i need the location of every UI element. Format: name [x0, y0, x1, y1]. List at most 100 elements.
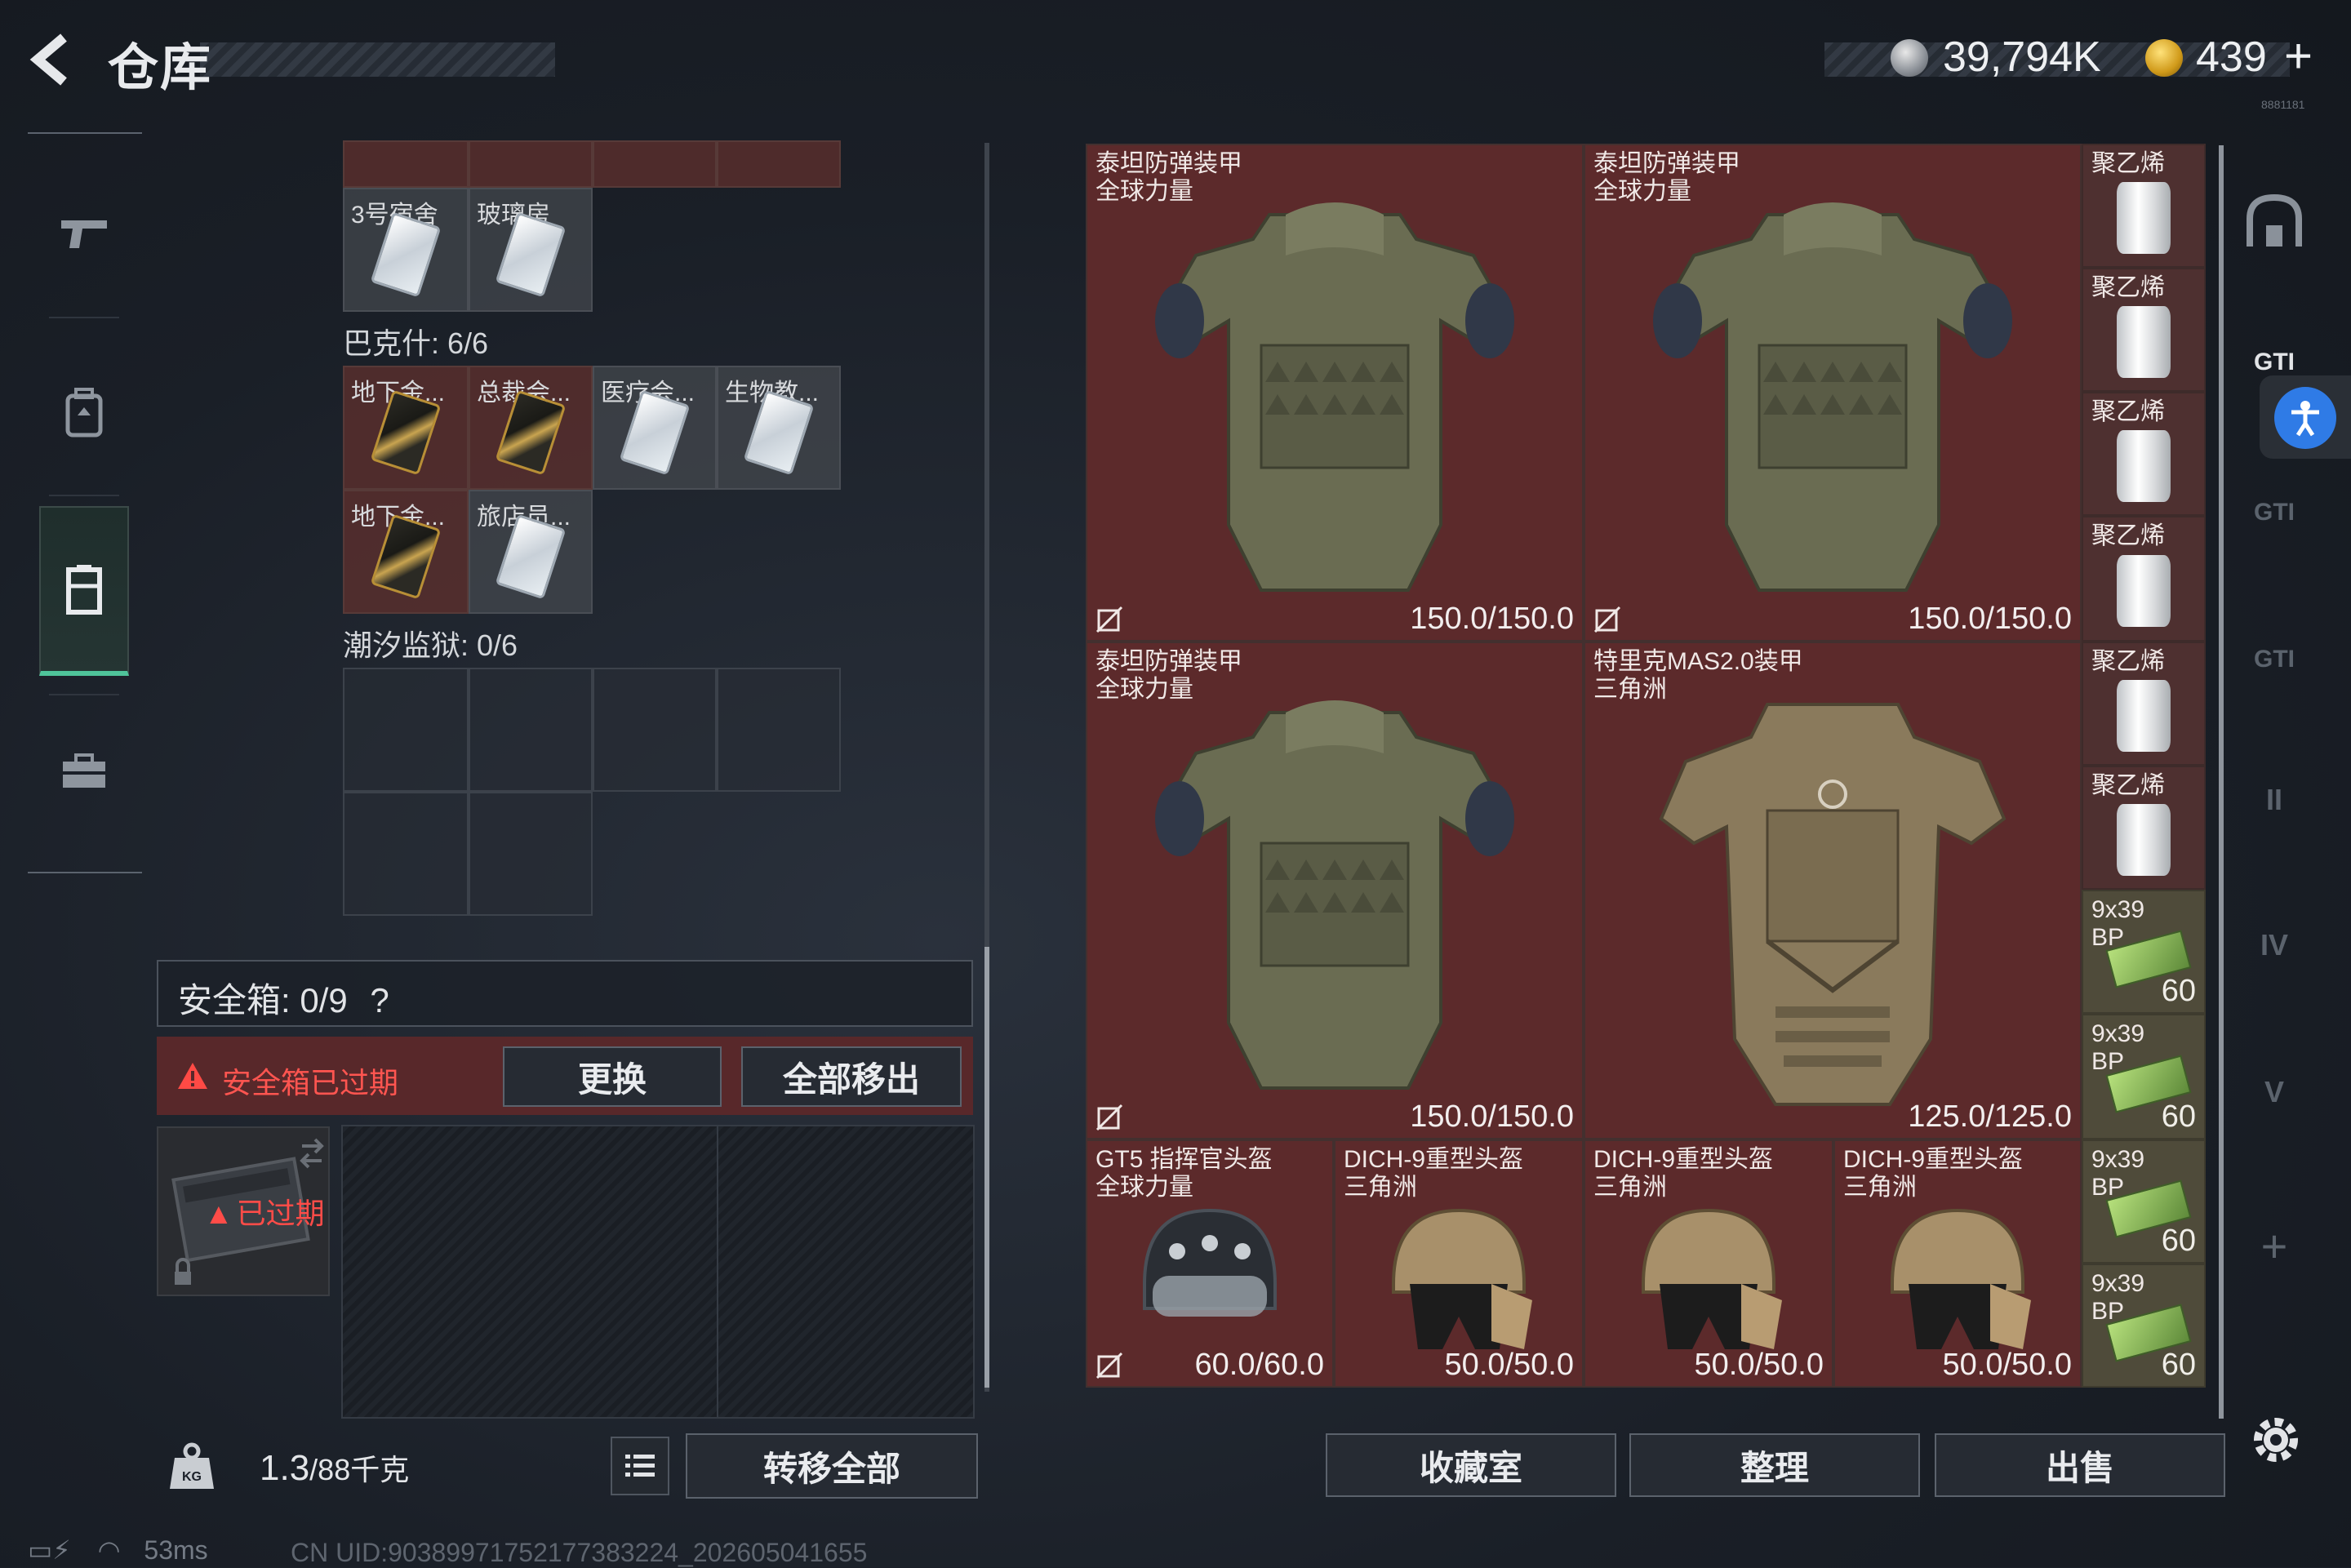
polyethylene-item[interactable]: 聚乙烯	[2082, 516, 2206, 642]
ammo-caliber: 9x39	[2091, 1270, 2145, 1297]
item-title: DICH-9重型头盔	[1843, 1146, 2024, 1173]
list-view-button[interactable]	[611, 1437, 669, 1495]
armor-item[interactable]: 泰坦防弹装甲 全球力量 150.0/150.0	[1086, 642, 1584, 1139]
item-title: 泰坦防弹装甲	[1096, 150, 1242, 177]
collection-room-button[interactable]: 收藏室	[1326, 1433, 1616, 1497]
rail-backpack[interactable]	[39, 343, 129, 482]
stash-page-label: V	[2264, 1075, 2284, 1108]
item-name: 聚乙烯	[2091, 772, 2165, 799]
settings-gear-icon[interactable]	[2247, 1410, 2305, 1469]
plus-icon: +	[2260, 1219, 2288, 1272]
stash-page-gti-3[interactable]: GTI	[2235, 620, 2313, 699]
grid-divider	[717, 1126, 718, 1417]
expired-label: ▲ 已过期	[204, 1190, 325, 1233]
key-slot-dorm3[interactable]: 3号宿舍	[343, 188, 469, 312]
ammo-caliber: 9x39	[2091, 1020, 2145, 1047]
accessibility-person-icon	[2291, 401, 2319, 437]
ammo-item[interactable]: 9x39 BP 60	[2082, 1264, 2206, 1388]
stash-page-gti-2[interactable]: GTI	[2235, 473, 2313, 552]
empty-key-slot[interactable]	[717, 668, 841, 792]
ammo-item[interactable]: 9x39 BP 60	[2082, 890, 2206, 1014]
key-slot[interactable]	[593, 140, 717, 188]
item-name: 聚乙烯	[2091, 274, 2165, 301]
key-slot[interactable]: 地下金...	[343, 366, 469, 490]
heavy-helmet-icon	[1392, 1208, 1532, 1349]
help-icon[interactable]: ?	[370, 981, 389, 1019]
sort-button[interactable]: 整理	[1629, 1433, 1920, 1497]
armor-item[interactable]: 泰坦防弹装甲 全球力量 150.0/150.0	[1584, 144, 2082, 642]
add-currency-button[interactable]: +	[2284, 28, 2313, 84]
camo-armor-icon	[1659, 703, 2007, 1107]
ammo-caliber: 9x39	[2091, 1146, 2145, 1173]
empty-key-slot[interactable]	[343, 668, 469, 792]
wifi-icon: ◠	[97, 1535, 121, 1565]
empty-key-slot[interactable]	[343, 792, 469, 916]
ping-value: 53ms	[144, 1535, 208, 1565]
polyethylene-roll-icon	[2117, 803, 2171, 876]
weight-icon: KG	[170, 1442, 214, 1489]
stash-page-label: IV	[2260, 928, 2288, 962]
left-scroll-thumb[interactable]	[984, 947, 989, 1388]
key-slot[interactable]: 地下金...	[343, 490, 469, 614]
item-title: 特里克MAS2.0装甲	[1593, 648, 1803, 675]
rail-toolbox[interactable]	[39, 702, 129, 841]
back-arrow-icon[interactable]	[24, 31, 82, 88]
key-slot[interactable]: 医疗会...	[593, 366, 717, 490]
page-title: 仓库	[108, 40, 213, 96]
polyethylene-item[interactable]: 聚乙烯	[2082, 642, 2206, 766]
ammo-quantity: 60	[2161, 974, 2196, 1008]
key-slot[interactable]: 旅店员...	[469, 490, 593, 614]
armor-item[interactable]: 泰坦防弹装甲 全球力量 150.0/150.0	[1086, 144, 1584, 642]
polyethylene-item[interactable]: 聚乙烯	[2082, 144, 2206, 268]
stash-page-2[interactable]: II	[2235, 761, 2313, 839]
helmet-item[interactable]: GT5 指挥官头盔 全球力量 60.0/60.0	[1086, 1139, 1334, 1388]
svg-text:KG: KG	[182, 1470, 202, 1484]
polyethylene-item[interactable]: 聚乙烯	[2082, 392, 2206, 516]
empty-key-slot[interactable]	[469, 792, 593, 916]
polyethylene-roll-icon	[2117, 305, 2171, 378]
rail-weapons[interactable]	[39, 163, 129, 302]
empty-key-slot[interactable]	[469, 668, 593, 792]
helmet-item[interactable]: DICH-9重型头盔 三角洲 50.0/50.0	[1334, 1139, 1584, 1388]
polyethylene-roll-icon	[2117, 679, 2171, 752]
stash-scrollbar[interactable]	[2219, 145, 2224, 1419]
rail-vest[interactable]	[39, 506, 129, 676]
no-insure-icon	[1096, 1352, 1123, 1379]
weight-value: 1.3	[260, 1448, 310, 1488]
sell-button[interactable]: 出售	[1935, 1433, 2225, 1497]
gold-currency-value: 439	[2196, 33, 2267, 81]
empty-key-slot[interactable]	[593, 668, 717, 792]
gold-coin-icon	[2145, 39, 2183, 77]
key-slot[interactable]	[343, 140, 469, 188]
polyethylene-item[interactable]: 聚乙烯	[2082, 268, 2206, 392]
add-stash-page-button[interactable]: +	[2235, 1206, 2313, 1285]
swap-safe-box-button[interactable]: 更换	[503, 1046, 722, 1107]
helmet-item[interactable]: DICH-9重型头盔 三角洲 50.0/50.0	[1584, 1139, 1833, 1388]
key-slot[interactable]: 总裁会...	[469, 366, 593, 490]
stash-page-label: GTI	[2254, 499, 2295, 526]
ammo-item[interactable]: 9x39 BP 60	[2082, 1014, 2206, 1139]
no-insure-icon	[1096, 606, 1123, 633]
key-slot-glasshouse[interactable]: 玻璃房	[469, 188, 593, 312]
polyethylene-item[interactable]: 聚乙烯	[2082, 766, 2206, 890]
key-slot[interactable]	[469, 140, 593, 188]
stash-page-4[interactable]: IV	[2235, 906, 2313, 984]
body-armor-icon	[1653, 202, 2012, 593]
warning-icon: ▲	[204, 1197, 233, 1230]
safe-box-expired-text: 安全箱已过期	[222, 1066, 399, 1099]
helmet-item[interactable]: DICH-9重型头盔 三角洲 50.0/50.0	[1833, 1139, 2082, 1388]
item-title: DICH-9重型头盔	[1344, 1146, 1524, 1173]
silver-coin-icon	[1891, 39, 1928, 77]
stash-page-home[interactable]	[2235, 183, 2313, 261]
armor-item[interactable]: 特里克MAS2.0装甲 三角洲 125.0/125.0	[1584, 642, 2082, 1139]
accessibility-icon[interactable]	[2274, 387, 2336, 449]
ammo-item[interactable]: 9x39 BP 60	[2082, 1139, 2206, 1264]
stash-page-5[interactable]: V	[2235, 1053, 2313, 1131]
body-armor-icon	[1155, 202, 1514, 593]
key-slot[interactable]: 生物教...	[717, 366, 841, 490]
transfer-all-button[interactable]: 转移全部	[686, 1433, 978, 1499]
key-slot[interactable]	[717, 140, 841, 188]
item-title: DICH-9重型头盔	[1593, 1146, 1774, 1173]
stash-page-label: II	[2265, 783, 2282, 816]
move-all-out-button[interactable]: 全部移出	[741, 1046, 962, 1107]
